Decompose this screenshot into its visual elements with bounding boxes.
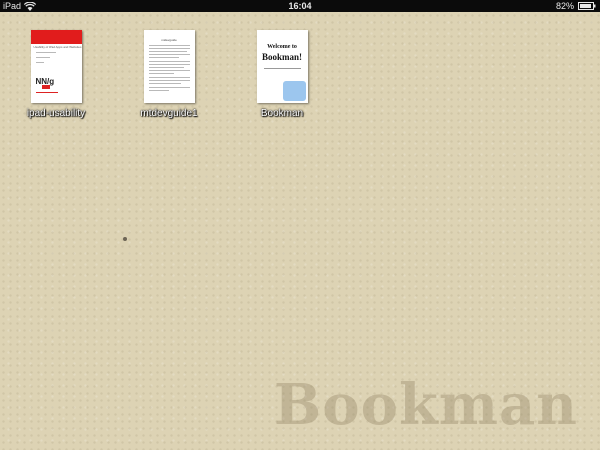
cover-text-line xyxy=(148,45,190,46)
cover-text-line xyxy=(148,70,190,71)
cover-blue-box xyxy=(282,81,306,101)
cover-red-line xyxy=(35,92,58,93)
cover-text-line xyxy=(263,68,301,69)
cover-text-line xyxy=(148,54,190,55)
cover-text-line xyxy=(35,52,56,53)
bookman-watermark: Bookman xyxy=(273,372,578,438)
bookshelf-area: Usability of iPad Apps and Websites NN/g… xyxy=(0,12,600,450)
cover-header-text: mtdevguide xyxy=(161,38,177,42)
cover-text-line xyxy=(148,83,181,84)
cover-text-line xyxy=(148,90,169,91)
texture-speck xyxy=(123,237,127,241)
book-title[interactable]: mtdevguide1 xyxy=(124,108,214,119)
book-title[interactable]: ipad-usability xyxy=(11,108,101,119)
cover-text-line xyxy=(148,51,187,52)
book-cover[interactable]: Usability of iPad Apps and Websites NN/g xyxy=(30,30,82,103)
book-cover[interactable]: mtdevguide xyxy=(143,30,195,103)
battery-percent-label: 82% xyxy=(555,1,574,11)
book-mtdevguide1[interactable]: mtdevguide mtdevguide1 xyxy=(124,30,214,119)
cover-text-line xyxy=(148,57,179,58)
cover-red-band xyxy=(30,30,82,44)
status-bar: iPad 16:04 82% xyxy=(0,0,600,12)
cover-welcome-text: Welcome to xyxy=(267,44,297,50)
cover-logo-mark xyxy=(41,85,50,89)
cover-text-line xyxy=(148,64,190,65)
battery-icon xyxy=(578,2,596,10)
clock-label: 16:04 xyxy=(288,1,312,11)
cover-text-line xyxy=(148,48,190,49)
book-ipad-usability[interactable]: Usability of iPad Apps and Websites NN/g… xyxy=(11,30,101,119)
cover-text-line xyxy=(148,77,190,78)
cover-text-line xyxy=(35,62,44,63)
book-cover[interactable]: Welcome to Bookman! xyxy=(256,30,308,103)
cover-brand-text: Bookman! xyxy=(261,52,302,62)
cover-text-line xyxy=(148,61,190,62)
cover-text-line xyxy=(148,87,190,88)
cover-text-line xyxy=(148,67,184,68)
book-title[interactable]: Bookman xyxy=(237,108,327,119)
book-bookman[interactable]: Welcome to Bookman! Bookman xyxy=(237,30,327,119)
cover-text-line xyxy=(148,73,174,74)
cover-text-line xyxy=(148,80,190,81)
cover-text-line xyxy=(35,57,50,58)
cover-header-text: Usability of iPad Apps and Websites xyxy=(33,45,82,49)
